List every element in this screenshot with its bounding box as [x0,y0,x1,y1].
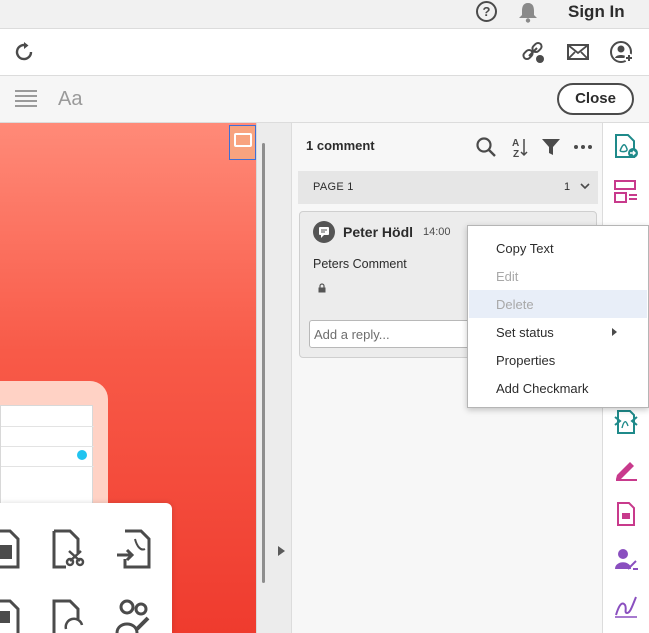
chevron-down-icon[interactable] [579,180,591,192]
page-group-count: 1 [564,181,571,193]
svg-text:A: A [512,138,519,149]
refresh-icon[interactable] [11,39,37,65]
reply-input[interactable]: Add a reply... [309,320,479,348]
export-pdf-icon [117,529,151,569]
menu-item-edit: Edit [496,269,519,284]
collapse-pane-arrow-icon[interactable] [278,546,285,556]
sort-icon[interactable]: A Z [508,136,530,158]
lock-icon [318,283,326,293]
request-signature-icon[interactable] [613,547,639,573]
status-dot [77,450,87,460]
help-icon[interactable]: ? [476,1,497,22]
page-group-label: PAGE 1 [313,181,354,193]
page-group-header[interactable]: PAGE 1 1 [298,171,598,204]
signature-pen-icon[interactable] [613,593,639,619]
text-format-button[interactable]: Aa [58,88,82,111]
comment-note-marker[interactable] [229,125,256,160]
more-options-icon[interactable] [572,136,594,158]
sign-in-link[interactable]: Sign In [568,2,625,22]
menu-item-delete: Delete [469,290,647,318]
comment-body: Peters Comment [313,257,407,271]
tools-illustration-panel [0,503,172,633]
comment-bubble-icon [234,133,252,147]
svg-text:Z: Z [513,149,519,158]
comment-author: Peter Hödl [343,224,414,240]
comment-context-menu: Copy Text Edit Delete Set status Propert… [467,225,649,408]
menu-item-set-status-label: Set status [496,325,554,340]
menu-item-copy-text[interactable]: Copy Text [469,234,647,262]
search-icon[interactable] [475,136,497,158]
export-pdf-tool-icon[interactable] [613,133,639,159]
comment-time: 14:00 [423,226,451,238]
menu-item-properties[interactable]: Properties [469,346,647,374]
document-scrollbar[interactable] [256,123,291,633]
email-icon[interactable] [565,39,591,65]
share-link-icon[interactable] [520,39,546,65]
secondary-toolbar [0,29,649,76]
scrollbar-thumb[interactable] [262,143,265,583]
organize-tool-icon[interactable] [613,179,639,205]
menu-item-set-status[interactable]: Set status [469,318,647,346]
cut-pages-icon [52,529,85,569]
users-edit-icon [115,599,150,633]
add-user-icon[interactable] [609,39,635,65]
text-lines-icon[interactable] [14,88,38,110]
pdf-tool-icon [0,529,20,569]
document-canvas[interactable] [0,123,256,633]
organize-pages-icon [0,599,20,633]
comment-avatar-icon [313,221,335,243]
filter-icon[interactable] [540,136,562,158]
close-button[interactable]: Close [557,83,634,115]
rotate-pages-icon [52,599,84,633]
submenu-arrow-icon [612,328,617,336]
comment-count: 1 comment [306,138,375,153]
edit-pdf-icon[interactable] [613,501,639,527]
fill-sign-icon[interactable] [613,455,639,481]
menu-item-add-checkmark[interactable]: Add Checkmark [469,374,647,402]
notification-bell-icon[interactable] [516,1,540,23]
top-bar: ? Sign In [0,0,649,29]
compress-pdf-icon[interactable] [613,409,639,435]
annotation-toolbar: Aa Close [0,76,649,123]
